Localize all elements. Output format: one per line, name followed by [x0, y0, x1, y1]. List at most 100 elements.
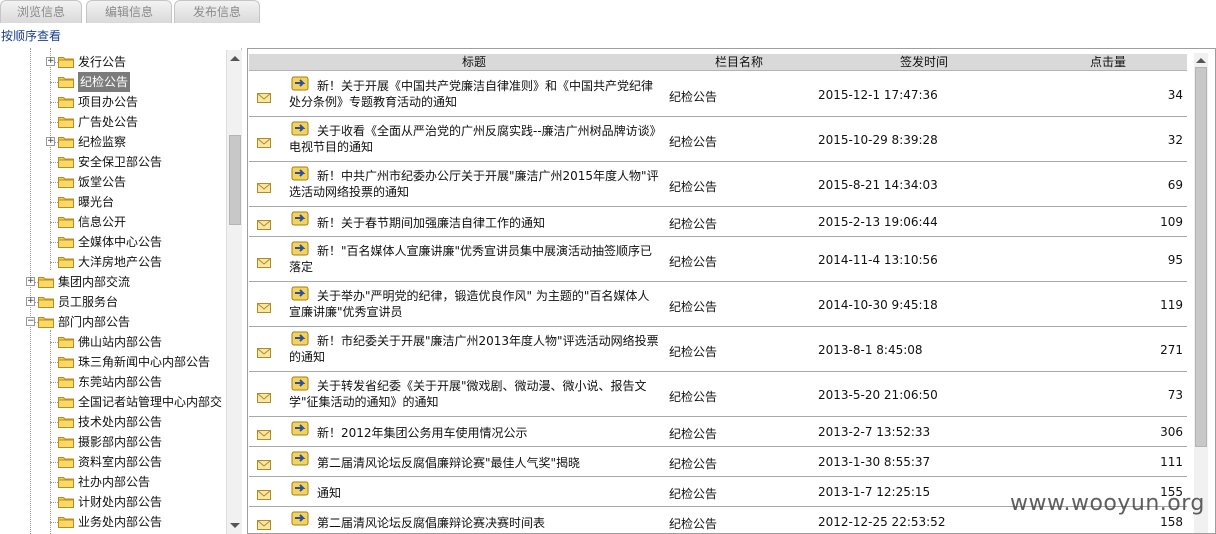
table-row[interactable]: 关于收看《全面从严治党的广州反腐实践--廉洁广州树品牌访谈》电视节目的通知 纪检公…	[249, 117, 1187, 162]
table-scrollbar[interactable]	[1194, 53, 1208, 533]
table-row[interactable]: 新！2012年集团公务用车使用情况公示 纪检公告 2013-2-7 13:52:33…	[249, 417, 1187, 447]
header-title[interactable]: 标题	[249, 54, 699, 71]
folder-icon	[58, 496, 74, 508]
tree-item-label[interactable]: 业务处内部公告	[78, 512, 162, 532]
table-row[interactable]: 关于转发省纪委《关于开展"微戏剧、微动漫、微小说、报告文学"征集活动的通知》的通…	[249, 372, 1187, 417]
tree-item-label[interactable]: 技术处内部公告	[78, 412, 162, 432]
header-issue-time[interactable]: 签发时间	[819, 54, 1029, 71]
tree-item-label[interactable]: 计财处内部公告	[78, 492, 162, 512]
tree-item[interactable]: 饭堂公告	[0, 172, 226, 192]
notice-title-link[interactable]: 关于转发省纪委《关于开展"微戏剧、微动漫、微小说、报告文学"征集活动的通知》的通…	[289, 378, 659, 410]
tree-item[interactable]: 珠三角新闻中心内部公告	[0, 352, 226, 372]
expand-icon[interactable]: +	[26, 277, 35, 286]
tab-browse[interactable]: 浏览信息	[0, 0, 82, 23]
tree-item-label[interactable]: 纪检公告	[78, 72, 131, 92]
tree-item[interactable]: 全媒体中心公告	[0, 232, 226, 252]
tree-item[interactable]: + 纪检监察	[0, 132, 226, 152]
notice-title-link[interactable]: 新！市纪委关于开展"廉洁广州2013年度人物"评选活动网络投票的通知	[289, 333, 659, 365]
tree-item-label[interactable]: 员工服务台	[58, 292, 118, 312]
table-row[interactable]: 新！关于开展《中国共产党廉洁自律准则》和《中国共产党纪律处分条例》专题教育活动的…	[249, 72, 1187, 117]
tree-item[interactable]: 安全保卫部公告	[0, 152, 226, 172]
collapse-icon[interactable]: −	[26, 317, 35, 326]
tree-item[interactable]: 佛山站内部公告	[0, 332, 226, 352]
tree-item-label[interactable]: 佛山站内部公告	[78, 332, 162, 352]
table-row[interactable]: 第二届清风论坛反腐倡廉辩论赛"最佳人气奖"揭晓 纪检公告 2013-1-30 8:5…	[249, 447, 1187, 477]
expand-icon[interactable]: +	[46, 137, 55, 146]
tree-item[interactable]: + 员工服务台	[0, 292, 226, 312]
tree-item-label[interactable]: 集团内部交流	[58, 272, 130, 292]
tree-item-label[interactable]: 部门内部公告	[58, 312, 130, 332]
mail-icon	[257, 182, 271, 193]
notice-title-link[interactable]: 关于收看《全面从严治党的广州反腐实践--廉洁广州树品牌访谈》电视节目的通知	[289, 123, 659, 155]
header-clicks[interactable]: 点击量	[1029, 54, 1187, 71]
scrollbar-thumb[interactable]	[1195, 67, 1207, 447]
table-row[interactable]: 新！关于春节期间加强廉洁自律工作的通知 纪检公告 2015-2-13 19:06:4…	[249, 207, 1187, 237]
table-row[interactable]: 关于举办"严明党的纪律，锻造优良作风" 为主题的"百名媒体人宣廉讲廉"优秀宣讲员…	[249, 282, 1187, 327]
scroll-up-arrow-icon[interactable]	[230, 56, 240, 61]
folder-icon	[58, 136, 74, 148]
table-row[interactable]: 新！中共广州市纪委办公厅关于开展"廉洁广州2015年度人物"评选活动网络投票的通…	[249, 162, 1187, 207]
tree-item[interactable]: 业务处内部公告	[0, 512, 226, 532]
expand-icon[interactable]: +	[26, 297, 35, 306]
expand-icon[interactable]: +	[46, 57, 55, 66]
table-row[interactable]: 新！市纪委关于开展"廉洁广州2013年度人物"评选活动网络投票的通知 纪检公告 20…	[249, 327, 1187, 372]
tree-item[interactable]: 计财处内部公告	[0, 492, 226, 512]
tree-item[interactable]: 曝光台	[0, 192, 226, 212]
mail-icon	[257, 92, 271, 103]
tree-item-label[interactable]: 广告处公告	[78, 112, 138, 132]
tree-item-label[interactable]: 发行公告	[78, 52, 126, 72]
tree-item-label[interactable]: 珠三角新闻中心内部公告	[78, 352, 210, 372]
scrollbar-thumb[interactable]	[229, 135, 241, 225]
tree-item-label[interactable]: 东莞站内部公告	[78, 372, 162, 392]
scroll-up-arrow-icon[interactable]	[1196, 58, 1206, 63]
table-row[interactable]: 新！"百名媒体人宣廉讲廉"优秀宣讲员集中展演活动抽签顺序已落定 纪检公告 2014-…	[249, 237, 1187, 282]
header-column-name[interactable]: 栏目名称	[659, 54, 819, 71]
tree-item[interactable]: 项目办公告	[0, 92, 226, 112]
tree-branch-line	[50, 182, 58, 183]
tree-item-label[interactable]: 曝光台	[78, 192, 114, 212]
tree-item-label[interactable]: 大洋房地产公告	[78, 252, 162, 272]
notice-title-link[interactable]: 第二届清风论坛反腐倡廉辩论赛决赛时间表	[289, 515, 659, 531]
clicks-cell: 34	[1167, 88, 1183, 102]
tree-item[interactable]: + 集团内部交流	[0, 272, 226, 292]
notice-title-link[interactable]: 关于举办"严明党的纪律，锻造优良作风" 为主题的"百名媒体人宣廉讲廉"优秀宣讲员	[289, 288, 659, 320]
clicks-cell: 95	[1167, 253, 1183, 267]
tree-item[interactable]: 摄影部内部公告	[0, 432, 226, 452]
tree-item[interactable]: 社办内部公告	[0, 472, 226, 492]
tree-item[interactable]: 技术处内部公告	[0, 412, 226, 432]
tree-scrollbar[interactable]	[226, 50, 242, 534]
tree-item[interactable]: 资料室内部公告	[0, 452, 226, 472]
notice-title-link[interactable]: 新！中共广州市纪委办公厅关于开展"廉洁广州2015年度人物"评选活动网络投票的通…	[289, 168, 659, 200]
tree-item-label[interactable]: 信息公开	[78, 212, 126, 232]
tree-item-label[interactable]: 摄影部内部公告	[78, 432, 162, 452]
view-in-order-link[interactable]: 按顺序查看	[1, 27, 61, 44]
tree-item[interactable]: 全国记者站管理中心内部交	[0, 392, 226, 412]
tree-item[interactable]: + 发行公告	[0, 52, 226, 72]
tab-publish[interactable]: 发布信息	[174, 0, 260, 23]
scroll-down-arrow-icon[interactable]	[230, 523, 240, 528]
tree-item-label[interactable]: 饭堂公告	[78, 172, 126, 192]
tree-item[interactable]: 纪检公告	[0, 72, 226, 92]
tree-item-label[interactable]: 安全保卫部公告	[78, 152, 162, 172]
tree-item-label[interactable]: 全媒体中心公告	[78, 232, 162, 252]
tree-item-label[interactable]: 项目办公告	[78, 92, 138, 112]
notice-title-link[interactable]: 新！"百名媒体人宣廉讲廉"优秀宣讲员集中展演活动抽签顺序已落定	[289, 243, 659, 275]
tree-item[interactable]: 大洋房地产公告	[0, 252, 226, 272]
tree-item-label[interactable]: 纪检监察	[78, 132, 126, 152]
notice-title-link[interactable]: 新！关于春节期间加强廉洁自律工作的通知	[289, 215, 659, 231]
notice-title-link[interactable]: 通知	[289, 485, 659, 501]
notice-title-link[interactable]: 新！关于开展《中国共产党廉洁自律准则》和《中国共产党纪律处分条例》专题教育活动的…	[289, 78, 659, 110]
tree-item-label[interactable]: 社办内部公告	[78, 472, 150, 492]
notice-title-link[interactable]: 新！2012年集团公务用车使用情况公示	[289, 425, 659, 441]
tree-item[interactable]: 广告处公告	[0, 112, 226, 132]
tree-item[interactable]: − 部门内部公告	[0, 312, 226, 332]
tree-item[interactable]: 东莞站内部公告	[0, 372, 226, 392]
tree-branch-line	[50, 442, 58, 443]
tree-item-label[interactable]: 资料室内部公告	[78, 452, 162, 472]
tree-item[interactable]: 信息公开	[0, 212, 226, 232]
column-name-cell: 纪检公告	[669, 427, 718, 441]
tab-edit[interactable]: 编辑信息	[86, 0, 172, 23]
notice-title-link[interactable]: 第二届清风论坛反腐倡廉辩论赛"最佳人气奖"揭晓	[289, 455, 659, 471]
tree-item-label[interactable]: 全国记者站管理中心内部交	[78, 392, 222, 412]
tree-branch-line	[50, 122, 58, 123]
